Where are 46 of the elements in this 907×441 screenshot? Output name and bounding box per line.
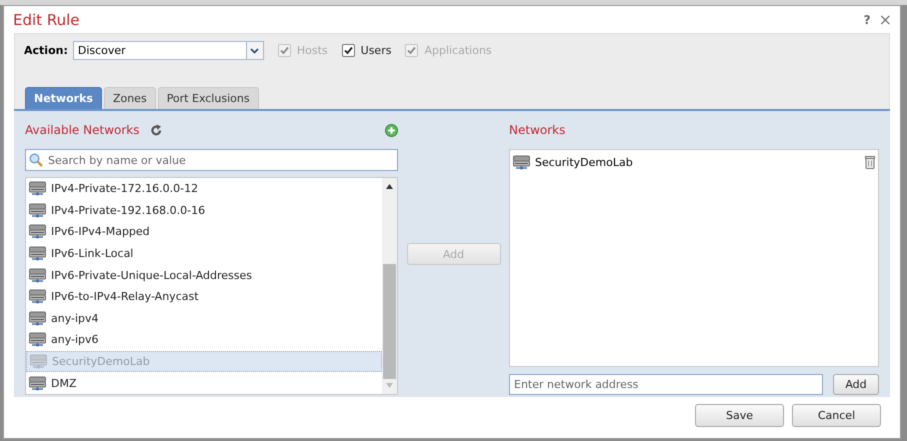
- scrollbar[interactable]: [382, 178, 397, 394]
- server-icon: [30, 354, 47, 370]
- network-list-item[interactable]: IPv6-to-IPv4-Relay-Anycast: [26, 286, 382, 308]
- checkbox-label: Users: [360, 44, 392, 57]
- checkbox-label: Hosts: [296, 44, 328, 57]
- network-list-item[interactable]: any-ipv6: [26, 329, 382, 351]
- network-list-item[interactable]: IPv6-IPv4-Mapped: [26, 221, 382, 243]
- server-icon: [29, 224, 46, 240]
- network-item: SecurityDemoLab: [535, 156, 634, 168]
- network-list-item[interactable]: IPv6-Private-Unique-Local-Addresses: [26, 264, 382, 286]
- search-field[interactable]: Search by name or value: [25, 149, 398, 171]
- search-icon: [29, 153, 43, 167]
- close-button[interactable]: ×: [878, 10, 892, 29]
- dialog-button[interactable]: Cancel: [792, 404, 881, 427]
- network-list-item[interactable]: any-ipv4: [26, 308, 382, 330]
- server-icon: [29, 268, 46, 283]
- trash-icon[interactable]: [865, 156, 875, 168]
- server-icon: [29, 289, 46, 304]
- server-icon: [29, 246, 46, 262]
- refresh-icon[interactable]: [150, 124, 162, 136]
- server-icon: [29, 181, 46, 196]
- checkbox[interactable]: [342, 44, 355, 57]
- tab[interactable]: Zones: [104, 87, 156, 109]
- caret-icon: [250, 48, 260, 54]
- dialog-button[interactable]: Save: [695, 404, 784, 427]
- add-button[interactable]: Add: [833, 374, 879, 395]
- network-address-field[interactable]: Enter network address: [509, 374, 823, 395]
- server-icon: [29, 376, 46, 391]
- network-list-item[interactable]: IPv4-Private-192.168.0.0-16: [26, 200, 382, 222]
- action-label: Action:: [24, 44, 68, 57]
- help-button[interactable]: ?: [864, 12, 871, 26]
- add-icon[interactable]: [385, 124, 398, 136]
- panel-heading: Networks: [509, 123, 566, 137]
- server-icon: [29, 202, 46, 218]
- network-list-item[interactable]: IPv4-Private-172.16.0.0-12: [26, 178, 382, 200]
- server-icon: [29, 332, 46, 348]
- network-list-item[interactable]: DMZ: [26, 372, 382, 394]
- server-icon: [29, 310, 46, 326]
- panel-heading: Available Networks: [25, 123, 140, 137]
- network-list-item[interactable]: IPv6-Link-Local: [26, 242, 382, 264]
- tab[interactable]: Networks: [25, 87, 102, 109]
- dialog-title: Edit Rule: [13, 10, 80, 28]
- action-dropdown[interactable]: Discover: [72, 41, 264, 60]
- checkbox-label: Applications: [424, 44, 492, 57]
- tab[interactable]: Port Exclusions: [158, 87, 259, 109]
- server-icon: [513, 154, 530, 170]
